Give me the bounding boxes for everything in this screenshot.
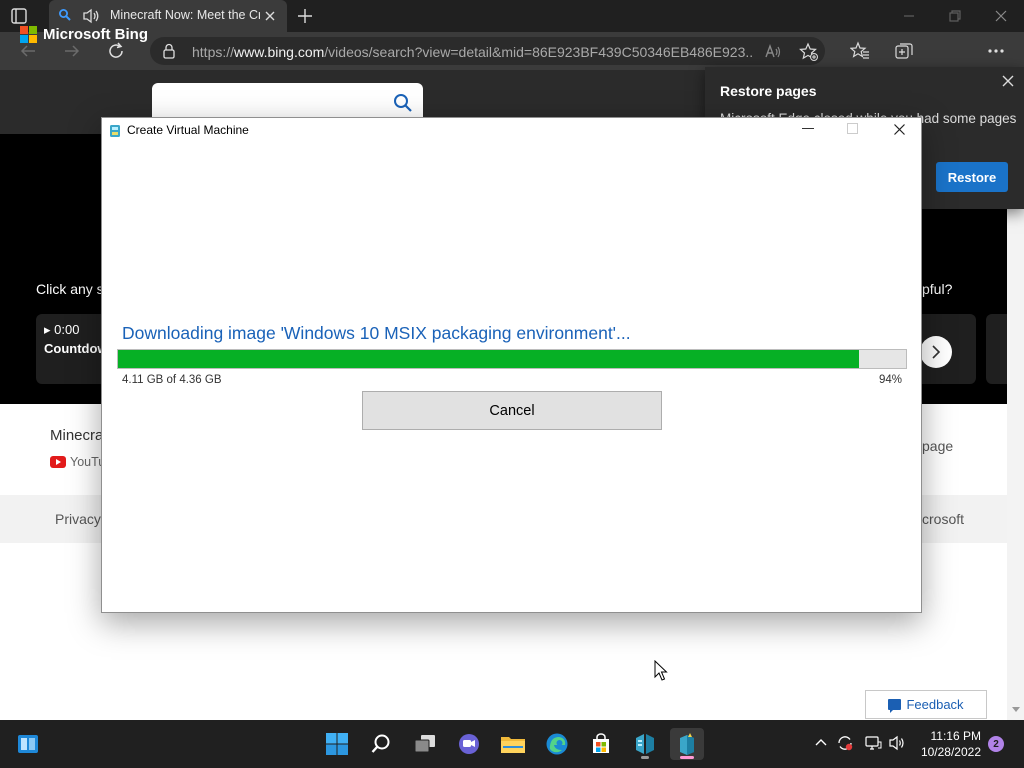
dialog-minimize-icon[interactable] bbox=[802, 128, 814, 129]
back-icon[interactable] bbox=[18, 41, 38, 61]
favorites-icon[interactable] bbox=[849, 41, 870, 61]
video-card-title: Countdow bbox=[44, 341, 108, 356]
url-prefix: https:// bbox=[192, 44, 235, 60]
click-any-text: Click any s bbox=[36, 281, 104, 297]
tab-close-icon[interactable] bbox=[263, 9, 277, 23]
bing-logo[interactable]: Microsoft Bing bbox=[20, 26, 148, 43]
youtube-icon bbox=[50, 456, 66, 468]
browser-toolbar: https://www.bing.com/videos/search?view=… bbox=[0, 32, 1024, 94]
close-window-icon[interactable] bbox=[993, 8, 1009, 24]
clock-time: 11:16 PM bbox=[930, 729, 981, 743]
feedback-label: Feedback bbox=[906, 697, 964, 712]
tab-title: Minecraft Now: Meet the Creators bbox=[110, 8, 260, 22]
refresh-icon[interactable] bbox=[106, 41, 126, 61]
forward-icon[interactable] bbox=[62, 41, 82, 61]
notification-badge[interactable]: 2 bbox=[988, 736, 1004, 752]
new-tab-icon[interactable] bbox=[296, 7, 314, 25]
footer-microsoft-text: crosoft bbox=[922, 511, 965, 527]
restore-window-icon[interactable] bbox=[947, 8, 963, 24]
search-icon[interactable] bbox=[393, 93, 413, 118]
feedback-icon bbox=[888, 699, 902, 713]
restore-popup-title: Restore pages bbox=[720, 83, 817, 99]
minimize-window-icon[interactable] bbox=[901, 8, 917, 24]
read-aloud-icon[interactable] bbox=[763, 42, 783, 62]
progress-fill bbox=[118, 350, 859, 368]
sync-icon[interactable] bbox=[836, 734, 854, 752]
mouse-cursor-icon bbox=[654, 659, 668, 687]
footer-privacy-link[interactable]: Privacy bbox=[55, 511, 101, 527]
url-path: /videos/search?view=detail&mid=86E923BF4… bbox=[324, 44, 752, 60]
settings-more-icon[interactable] bbox=[986, 41, 1006, 61]
url-text[interactable]: https://www.bing.com/videos/search?view=… bbox=[192, 44, 752, 60]
download-status: Downloading image 'Windows 10 MSIX packa… bbox=[122, 323, 631, 343]
scroll-down-icon[interactable] bbox=[1012, 707, 1020, 712]
hyper-v-manager-icon[interactable] bbox=[628, 728, 662, 760]
network-icon[interactable] bbox=[864, 734, 882, 752]
bing-search-icon bbox=[58, 8, 72, 27]
related-video-card[interactable] bbox=[986, 314, 1007, 384]
helpful-text: pful? bbox=[922, 281, 953, 297]
chevron-right-icon bbox=[932, 345, 941, 359]
clock-date: 10/28/2022 bbox=[920, 745, 981, 759]
start-icon[interactable] bbox=[320, 728, 354, 760]
running-indicator bbox=[641, 756, 649, 759]
cancel-button[interactable]: Cancel bbox=[362, 391, 662, 430]
add-favorite-icon[interactable] bbox=[799, 42, 819, 62]
create-vm-dialog: Create Virtual Machine Downloading image… bbox=[101, 117, 922, 613]
widgets-icon[interactable] bbox=[11, 728, 45, 760]
bing-brand: Microsoft Bing bbox=[43, 26, 148, 43]
video-source-label: YouTu bbox=[70, 455, 106, 469]
dialog-title: Create Virtual Machine bbox=[127, 123, 249, 137]
download-progress-bar bbox=[117, 349, 907, 369]
collections-icon[interactable] bbox=[894, 41, 914, 61]
search-icon[interactable] bbox=[364, 728, 398, 760]
video-info-title[interactable]: Minecra bbox=[50, 427, 103, 444]
edge-icon[interactable] bbox=[540, 728, 574, 760]
taskbar-clock[interactable]: 11:16 PM 10/28/2022 bbox=[913, 728, 981, 760]
file-explorer-icon[interactable] bbox=[496, 728, 530, 760]
quick-create-icon[interactable] bbox=[670, 728, 704, 760]
lock-icon[interactable] bbox=[162, 43, 176, 64]
dialog-maximize-icon bbox=[847, 123, 858, 134]
task-view-icon[interactable] bbox=[408, 728, 442, 760]
view-page-link[interactable]: page bbox=[922, 438, 953, 454]
video-source[interactable]: YouTu bbox=[50, 455, 105, 469]
store-icon[interactable] bbox=[584, 728, 618, 760]
browser-tab-bar: Minecraft Now: Meet the Creators bbox=[0, 0, 1024, 32]
restore-button[interactable]: Restore bbox=[936, 162, 1008, 192]
download-size: 4.11 GB of 4.36 GB bbox=[122, 374, 222, 386]
teams-chat-icon[interactable] bbox=[452, 728, 486, 760]
video-duration: ▸ 0:00 bbox=[44, 322, 80, 337]
microsoft-logo-icon bbox=[20, 26, 37, 43]
url-host: www.bing.com bbox=[234, 44, 325, 60]
close-icon[interactable] bbox=[1001, 74, 1015, 88]
address-bar[interactable]: https://www.bing.com/videos/search?view=… bbox=[150, 37, 825, 65]
active-indicator bbox=[680, 756, 694, 759]
taskbar bbox=[0, 720, 1024, 768]
carousel-next-button[interactable] bbox=[920, 336, 952, 368]
feedback-button[interactable]: Feedback bbox=[865, 690, 987, 719]
hyper-v-icon bbox=[108, 124, 122, 143]
video-duration-value: 0:00 bbox=[54, 322, 80, 337]
tab-actions-icon[interactable] bbox=[10, 7, 38, 25]
volume-icon[interactable] bbox=[888, 734, 906, 752]
dialog-close-icon[interactable] bbox=[893, 123, 906, 136]
download-percent: 94% bbox=[878, 374, 902, 386]
show-hidden-icons-icon[interactable] bbox=[812, 734, 830, 752]
